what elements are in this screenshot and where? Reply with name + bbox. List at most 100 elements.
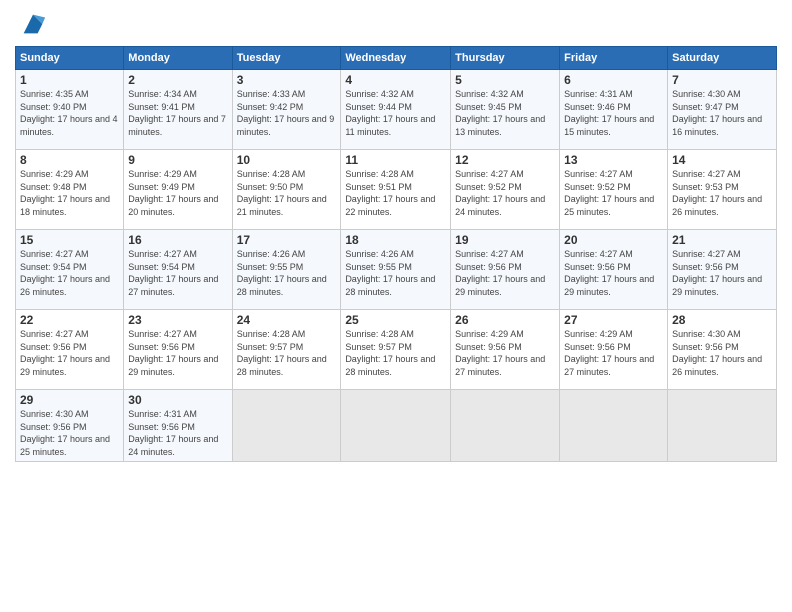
calendar-cell: 6 Sunrise: 4:31 AM Sunset: 9:46 PM Dayli…: [560, 70, 668, 150]
calendar-cell: 16 Sunrise: 4:27 AM Sunset: 9:54 PM Dayl…: [124, 230, 232, 310]
col-friday: Friday: [560, 47, 668, 70]
calendar-table: Sunday Monday Tuesday Wednesday Thursday…: [15, 46, 777, 462]
day-info: Sunrise: 4:27 AM Sunset: 9:56 PM Dayligh…: [564, 248, 663, 298]
day-info: Sunrise: 4:27 AM Sunset: 9:56 PM Dayligh…: [672, 248, 772, 298]
calendar-cell: 12 Sunrise: 4:27 AM Sunset: 9:52 PM Dayl…: [451, 150, 560, 230]
day-number: 16: [128, 233, 227, 247]
day-info: Sunrise: 4:27 AM Sunset: 9:56 PM Dayligh…: [455, 248, 555, 298]
calendar-cell: [668, 390, 777, 462]
day-number: 13: [564, 153, 663, 167]
calendar-cell: 29 Sunrise: 4:30 AM Sunset: 9:56 PM Dayl…: [16, 390, 124, 462]
calendar-cell: 7 Sunrise: 4:30 AM Sunset: 9:47 PM Dayli…: [668, 70, 777, 150]
day-number: 21: [672, 233, 772, 247]
day-number: 17: [237, 233, 337, 247]
day-number: 1: [20, 73, 119, 87]
day-info: Sunrise: 4:27 AM Sunset: 9:56 PM Dayligh…: [20, 328, 119, 378]
col-monday: Monday: [124, 47, 232, 70]
day-number: 15: [20, 233, 119, 247]
calendar-cell: 28 Sunrise: 4:30 AM Sunset: 9:56 PM Dayl…: [668, 310, 777, 390]
day-number: 18: [345, 233, 446, 247]
day-info: Sunrise: 4:31 AM Sunset: 9:46 PM Dayligh…: [564, 88, 663, 138]
day-info: Sunrise: 4:27 AM Sunset: 9:56 PM Dayligh…: [128, 328, 227, 378]
calendar-cell: 30 Sunrise: 4:31 AM Sunset: 9:56 PM Dayl…: [124, 390, 232, 462]
calendar-cell: 2 Sunrise: 4:34 AM Sunset: 9:41 PM Dayli…: [124, 70, 232, 150]
calendar-cell: 17 Sunrise: 4:26 AM Sunset: 9:55 PM Dayl…: [232, 230, 341, 310]
calendar-cell: 23 Sunrise: 4:27 AM Sunset: 9:56 PM Dayl…: [124, 310, 232, 390]
day-info: Sunrise: 4:27 AM Sunset: 9:54 PM Dayligh…: [20, 248, 119, 298]
day-number: 28: [672, 313, 772, 327]
day-number: 12: [455, 153, 555, 167]
day-number: 3: [237, 73, 337, 87]
calendar-cell: 15 Sunrise: 4:27 AM Sunset: 9:54 PM Dayl…: [16, 230, 124, 310]
calendar-cell: 8 Sunrise: 4:29 AM Sunset: 9:48 PM Dayli…: [16, 150, 124, 230]
day-info: Sunrise: 4:30 AM Sunset: 9:47 PM Dayligh…: [672, 88, 772, 138]
day-number: 23: [128, 313, 227, 327]
calendar-cell: [560, 390, 668, 462]
day-info: Sunrise: 4:30 AM Sunset: 9:56 PM Dayligh…: [20, 408, 119, 458]
logo-icon: [19, 10, 47, 38]
col-thursday: Thursday: [451, 47, 560, 70]
calendar-cell: 19 Sunrise: 4:27 AM Sunset: 9:56 PM Dayl…: [451, 230, 560, 310]
day-info: Sunrise: 4:30 AM Sunset: 9:56 PM Dayligh…: [672, 328, 772, 378]
calendar-cell: [232, 390, 341, 462]
day-info: Sunrise: 4:27 AM Sunset: 9:52 PM Dayligh…: [455, 168, 555, 218]
logo: [15, 10, 47, 38]
day-number: 4: [345, 73, 446, 87]
day-info: Sunrise: 4:32 AM Sunset: 9:45 PM Dayligh…: [455, 88, 555, 138]
day-number: 27: [564, 313, 663, 327]
calendar-cell: 10 Sunrise: 4:28 AM Sunset: 9:50 PM Dayl…: [232, 150, 341, 230]
day-info: Sunrise: 4:28 AM Sunset: 9:51 PM Dayligh…: [345, 168, 446, 218]
day-info: Sunrise: 4:27 AM Sunset: 9:53 PM Dayligh…: [672, 168, 772, 218]
day-info: Sunrise: 4:28 AM Sunset: 9:50 PM Dayligh…: [237, 168, 337, 218]
calendar-cell: 11 Sunrise: 4:28 AM Sunset: 9:51 PM Dayl…: [341, 150, 451, 230]
day-info: Sunrise: 4:29 AM Sunset: 9:49 PM Dayligh…: [128, 168, 227, 218]
page: Sunday Monday Tuesday Wednesday Thursday…: [0, 0, 792, 612]
col-tuesday: Tuesday: [232, 47, 341, 70]
day-number: 14: [672, 153, 772, 167]
calendar-cell: 14 Sunrise: 4:27 AM Sunset: 9:53 PM Dayl…: [668, 150, 777, 230]
calendar-cell: 24 Sunrise: 4:28 AM Sunset: 9:57 PM Dayl…: [232, 310, 341, 390]
day-info: Sunrise: 4:26 AM Sunset: 9:55 PM Dayligh…: [237, 248, 337, 298]
day-info: Sunrise: 4:29 AM Sunset: 9:48 PM Dayligh…: [20, 168, 119, 218]
day-info: Sunrise: 4:29 AM Sunset: 9:56 PM Dayligh…: [455, 328, 555, 378]
col-wednesday: Wednesday: [341, 47, 451, 70]
calendar-cell: 13 Sunrise: 4:27 AM Sunset: 9:52 PM Dayl…: [560, 150, 668, 230]
day-number: 26: [455, 313, 555, 327]
calendar-cell: 22 Sunrise: 4:27 AM Sunset: 9:56 PM Dayl…: [16, 310, 124, 390]
col-sunday: Sunday: [16, 47, 124, 70]
calendar-cell: 20 Sunrise: 4:27 AM Sunset: 9:56 PM Dayl…: [560, 230, 668, 310]
day-info: Sunrise: 4:29 AM Sunset: 9:56 PM Dayligh…: [564, 328, 663, 378]
day-number: 20: [564, 233, 663, 247]
day-info: Sunrise: 4:35 AM Sunset: 9:40 PM Dayligh…: [20, 88, 119, 138]
day-number: 2: [128, 73, 227, 87]
day-number: 9: [128, 153, 227, 167]
day-info: Sunrise: 4:33 AM Sunset: 9:42 PM Dayligh…: [237, 88, 337, 138]
day-number: 11: [345, 153, 446, 167]
day-info: Sunrise: 4:28 AM Sunset: 9:57 PM Dayligh…: [237, 328, 337, 378]
calendar-cell: 3 Sunrise: 4:33 AM Sunset: 9:42 PM Dayli…: [232, 70, 341, 150]
day-number: 24: [237, 313, 337, 327]
day-info: Sunrise: 4:34 AM Sunset: 9:41 PM Dayligh…: [128, 88, 227, 138]
col-saturday: Saturday: [668, 47, 777, 70]
calendar-cell: 4 Sunrise: 4:32 AM Sunset: 9:44 PM Dayli…: [341, 70, 451, 150]
day-number: 5: [455, 73, 555, 87]
day-number: 8: [20, 153, 119, 167]
calendar-cell: 5 Sunrise: 4:32 AM Sunset: 9:45 PM Dayli…: [451, 70, 560, 150]
calendar-cell: [341, 390, 451, 462]
day-info: Sunrise: 4:27 AM Sunset: 9:52 PM Dayligh…: [564, 168, 663, 218]
day-info: Sunrise: 4:31 AM Sunset: 9:56 PM Dayligh…: [128, 408, 227, 458]
calendar-cell: 18 Sunrise: 4:26 AM Sunset: 9:55 PM Dayl…: [341, 230, 451, 310]
calendar-cell: 21 Sunrise: 4:27 AM Sunset: 9:56 PM Dayl…: [668, 230, 777, 310]
day-info: Sunrise: 4:27 AM Sunset: 9:54 PM Dayligh…: [128, 248, 227, 298]
calendar-cell: 26 Sunrise: 4:29 AM Sunset: 9:56 PM Dayl…: [451, 310, 560, 390]
header: [15, 10, 777, 38]
calendar-cell: 1 Sunrise: 4:35 AM Sunset: 9:40 PM Dayli…: [16, 70, 124, 150]
day-number: 25: [345, 313, 446, 327]
day-number: 6: [564, 73, 663, 87]
day-number: 29: [20, 393, 119, 407]
day-info: Sunrise: 4:28 AM Sunset: 9:57 PM Dayligh…: [345, 328, 446, 378]
calendar-cell: 27 Sunrise: 4:29 AM Sunset: 9:56 PM Dayl…: [560, 310, 668, 390]
day-number: 22: [20, 313, 119, 327]
day-info: Sunrise: 4:26 AM Sunset: 9:55 PM Dayligh…: [345, 248, 446, 298]
day-number: 30: [128, 393, 227, 407]
